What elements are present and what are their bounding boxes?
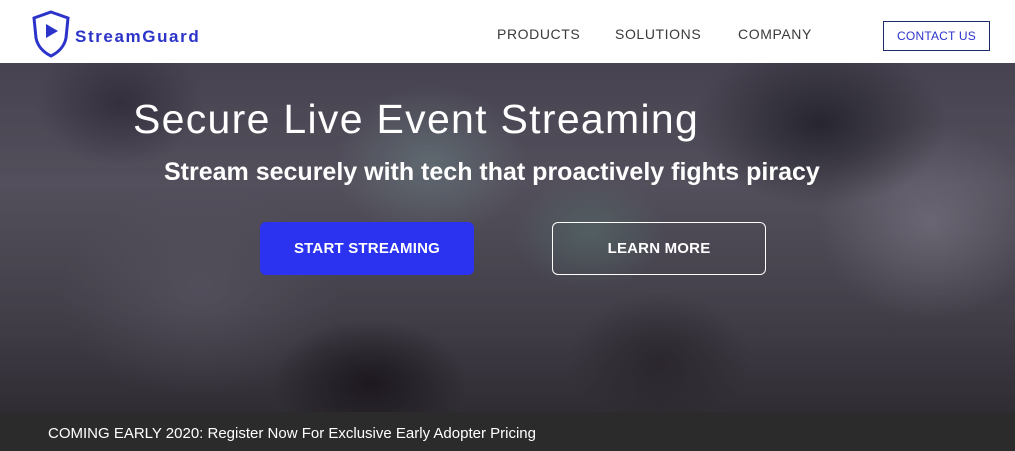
main-nav: PRODUCTS SOLUTIONS COMPANY [0, 26, 1015, 46]
announcement-banner: COMING EARLY 2020: Register Now For Excl… [0, 412, 1015, 451]
hero-subtitle: Stream securely with tech that proactive… [164, 158, 820, 186]
hero-title: Secure Live Event Streaming [133, 96, 700, 142]
site-header: StreamGuard PRODUCTS SOLUTIONS COMPANY C… [0, 0, 1015, 63]
nav-item-products[interactable]: PRODUCTS [497, 26, 580, 42]
nav-item-company[interactable]: COMPANY [738, 26, 812, 42]
nav-item-solutions[interactable]: SOLUTIONS [615, 26, 701, 42]
contact-us-button[interactable]: CONTACT US [883, 21, 990, 51]
hero-section: Secure Live Event Streaming Stream secur… [0, 63, 1015, 412]
banner-text[interactable]: COMING EARLY 2020: Register Now For Excl… [48, 425, 536, 442]
learn-more-button[interactable]: LEARN MORE [552, 222, 766, 275]
start-streaming-button[interactable]: START STREAMING [260, 222, 474, 275]
